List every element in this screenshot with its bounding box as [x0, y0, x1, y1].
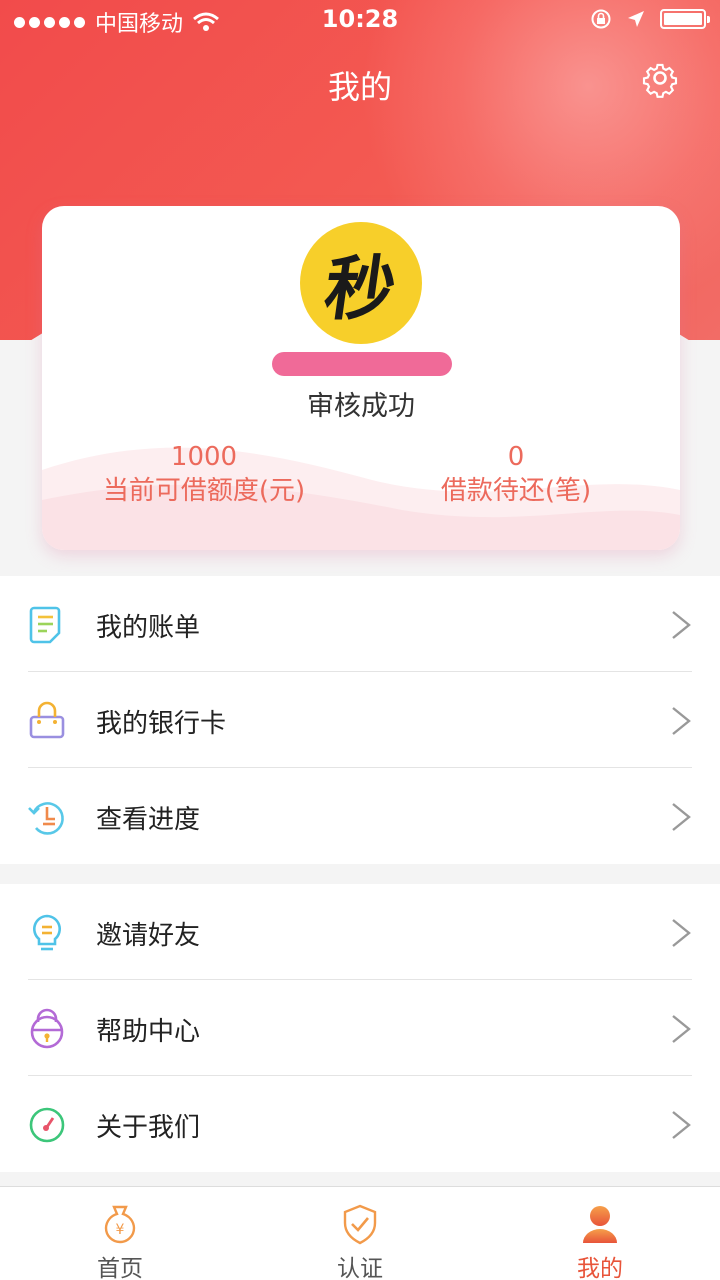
profile-card: 秒 审核成功 1000 当前可借额度(元) 0 借款待还(笔)	[42, 206, 680, 550]
about-gauge-icon	[29, 1107, 65, 1143]
progress-clock-icon	[28, 802, 64, 835]
pending-repay-label: 借款待还(笔)	[440, 476, 592, 506]
menu-group-more: 邀请好友 帮助中心 关于我们	[0, 884, 720, 1172]
menu-label-progress: 查看进度	[96, 805, 201, 835]
user-icon	[583, 1206, 617, 1243]
credit-limit-stat[interactable]: 1000 当前可借额度(元)	[46, 440, 362, 508]
status-bar: 中国移动 10:28	[0, 0, 720, 40]
chevron-right-icon	[672, 1111, 691, 1139]
location-arrow-icon	[628, 11, 644, 27]
shield-check-icon	[343, 1204, 377, 1245]
menu-group-account: 我的账单 我的银行卡 查看进度	[0, 576, 720, 864]
tab-verify[interactable]: 认证	[240, 1187, 480, 1280]
battery-level	[664, 13, 702, 25]
avatar[interactable]: 秒	[300, 222, 422, 344]
chevron-right-icon	[672, 707, 691, 735]
rotation-lock-icon	[591, 9, 611, 29]
credit-limit-label: 当前可借额度(元)	[102, 476, 306, 506]
menu-label-invite: 邀请好友	[96, 921, 201, 951]
menu-item-about[interactable]: 关于我们	[0, 1076, 720, 1172]
phone-redaction-mask	[272, 352, 452, 376]
tab-bar: ¥ 首页 认证 我的	[0, 1186, 720, 1280]
chevron-right-icon	[672, 803, 691, 831]
tab-label-home: 首页	[97, 1256, 143, 1280]
menu-label-about: 关于我们	[96, 1113, 201, 1143]
bill-icon	[29, 606, 61, 644]
bank-card-icon	[29, 701, 65, 739]
pending-repay-stat[interactable]: 0 借款待还(笔)	[358, 440, 674, 508]
pending-repay-value: 0	[507, 442, 525, 472]
credit-limit-value: 1000	[170, 442, 238, 472]
menu-label-bank-card: 我的银行卡	[96, 709, 227, 739]
menu-item-help[interactable]: 帮助中心	[0, 980, 720, 1076]
chevron-right-icon	[672, 611, 691, 639]
status-bar-right	[590, 8, 710, 30]
tab-label-mine: 我的	[577, 1256, 623, 1280]
menu-label-help: 帮助中心	[96, 1017, 201, 1047]
menu-item-invite[interactable]: 邀请好友	[0, 884, 720, 980]
review-status: 审核成功	[307, 391, 415, 422]
svg-text:¥: ¥	[116, 1222, 125, 1238]
tab-mine[interactable]: 我的	[480, 1187, 720, 1280]
help-lock-icon	[30, 1008, 64, 1049]
chevron-right-icon	[672, 919, 691, 947]
page-title: 我的	[327, 68, 392, 106]
avatar-text: 秒	[319, 246, 402, 330]
menu-item-bank-card[interactable]: 我的银行卡	[0, 672, 720, 768]
menu-label-bill: 我的账单	[96, 613, 201, 643]
lightbulb-icon	[33, 914, 61, 951]
menu-item-progress[interactable]: 查看进度	[0, 768, 720, 864]
tab-home[interactable]: ¥ 首页	[0, 1187, 240, 1280]
money-bag-icon: ¥	[104, 1205, 136, 1244]
battery-icon	[660, 9, 710, 29]
chevron-right-icon	[672, 1015, 691, 1043]
gear-icon[interactable]	[640, 58, 680, 98]
tab-label-verify: 认证	[337, 1256, 383, 1280]
menu-item-bill[interactable]: 我的账单	[0, 576, 720, 672]
